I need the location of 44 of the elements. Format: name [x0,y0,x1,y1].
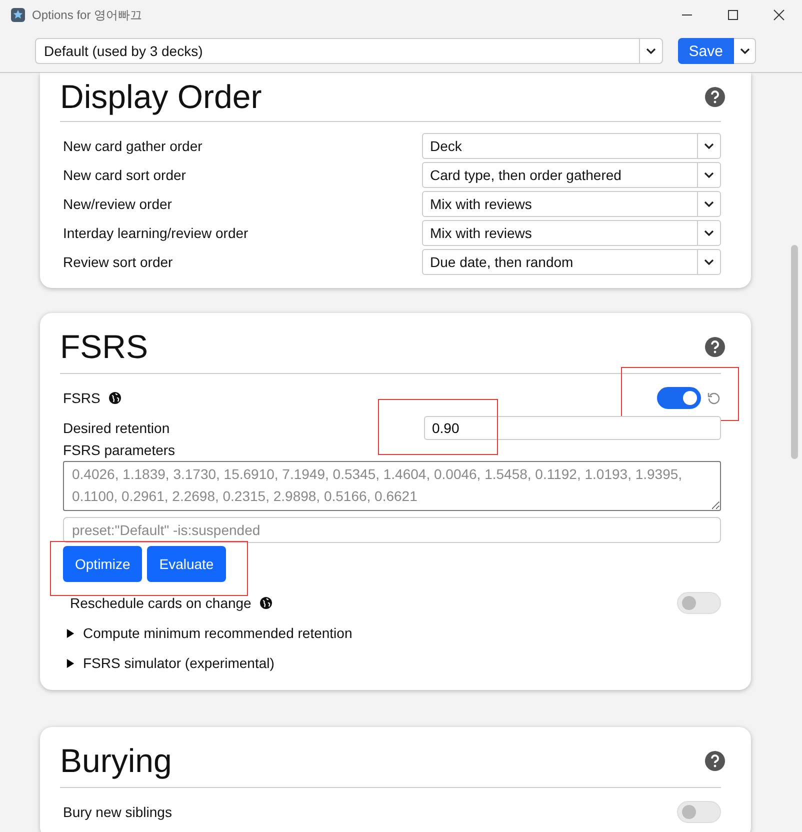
help-icon[interactable] [705,87,725,107]
setting-label: FSRS [63,390,100,406]
caret-icon [704,258,714,264]
setting-label: Reschedule cards on change [70,595,252,611]
preset-dropdown[interactable]: Default (used by 3 decks) [35,38,663,64]
caret-icon [704,230,714,236]
app-icon [10,7,26,23]
caret-icon [704,172,714,178]
save-menu-button[interactable] [734,38,756,64]
help-icon[interactable] [705,337,725,357]
parameters-field[interactable]: 0.4026, 1.1839, 3.1730, 15.6910, 7.1949, 0.5345, 1.4604, 0.0046, 1.5458, 0.1192, 1.0193, 1.9395, 0.1100, 0.2961, 2.2698, 0.2315, 2.9898, 0.5166, 0.6621 [63,461,721,511]
section-title: Display Order [60,78,262,116]
section-toggle[interactable]: FSRS simulator (experimental) [83,655,274,671]
setting-label: Bury new siblings [63,804,172,820]
select-dropdown[interactable]: Mix with reviews [422,190,721,216]
select-dropdown[interactable]: Deck [422,132,721,158]
section-title: Burying [60,742,172,780]
save-button[interactable]: Save [678,38,734,64]
section-title: FSRS [60,328,148,366]
setting-label: Desired retention [63,420,170,436]
search-field[interactable]: preset:"Default" -is:suspended [63,517,721,543]
window-title: Options for 영어빠끄 [32,6,142,24]
setting-label: New card gather order [63,138,202,154]
caret-icon [704,142,714,148]
setting-label: New card sort order [63,166,186,182]
setting-label: Interday learning/review order [63,224,248,240]
disclosure-icon[interactable] [66,658,75,668]
revert-icon[interactable] [707,391,721,405]
input-field[interactable]: 0.90 [424,416,721,440]
section-toggle[interactable]: Compute minimum recommended retention [83,625,352,641]
setting-label: FSRS parameters [63,442,176,458]
action-button[interactable]: Optimize [63,546,142,582]
select-dropdown[interactable]: Card type, then order gathered [422,162,721,188]
select-dropdown[interactable]: Mix with reviews [422,220,721,246]
disclosure-icon[interactable] [66,628,75,638]
setting-label: Review sort order [63,254,173,270]
caret-icon [646,48,656,54]
action-button[interactable]: Evaluate [147,546,226,582]
caret-icon [704,200,714,206]
setting-label: New/review order [63,196,172,212]
help-icon[interactable] [705,751,725,771]
caret-icon [740,48,750,54]
toggle-switch[interactable] [657,387,701,409]
select-dropdown[interactable]: Due date, then random [422,248,721,274]
